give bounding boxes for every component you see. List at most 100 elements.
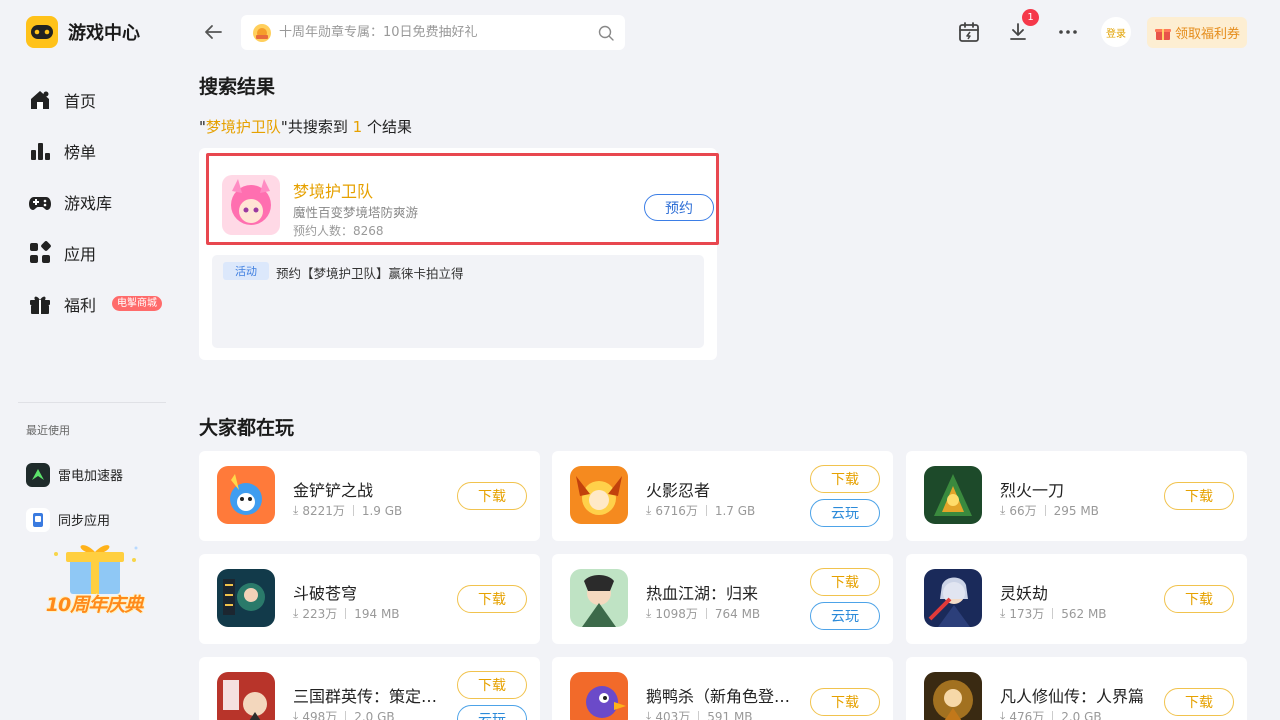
back-arrow-icon[interactable] bbox=[201, 20, 225, 44]
game-card[interactable]: 凡人修仙传：人界篇 ⤓ 476万 2.0 GB 下载 bbox=[906, 657, 1247, 720]
game-name: 火影忍者 bbox=[646, 481, 711, 500]
recent-item-sync-app[interactable]: 同步应用 bbox=[26, 497, 123, 542]
anniversary-label: 10周年庆典 bbox=[45, 594, 143, 616]
download-button[interactable]: 下载 bbox=[457, 671, 527, 699]
sidebar-item-label: 应用 bbox=[64, 244, 97, 264]
download-button[interactable]: 下载 bbox=[1164, 482, 1234, 510]
recent-item-label: 雷电加速器 bbox=[58, 469, 124, 484]
download-button[interactable]: 下载 bbox=[457, 482, 527, 510]
search-bar[interactable] bbox=[241, 15, 625, 50]
home-icon bbox=[31, 90, 49, 109]
store-badge: 电掣商城 bbox=[112, 296, 163, 311]
search-input[interactable] bbox=[279, 25, 597, 40]
download-button[interactable]: 下载 bbox=[810, 688, 880, 716]
sidebar-item-welfare[interactable]: 福利 电掣商城 bbox=[28, 278, 168, 329]
search-icon[interactable] bbox=[597, 24, 615, 42]
game-icon bbox=[217, 569, 275, 627]
sidebar-item-label: 福利 bbox=[64, 295, 97, 315]
login-button[interactable]: 登录 bbox=[1101, 17, 1131, 47]
app-title: 游戏中心 bbox=[68, 23, 140, 44]
download-button[interactable]: 下载 bbox=[810, 568, 880, 596]
game-name: 鹅鸭杀（新角色登… bbox=[646, 687, 791, 706]
anniversary-medal-icon bbox=[253, 23, 271, 42]
download-small-icon: ⤓ bbox=[1000, 709, 1006, 720]
game-icon bbox=[217, 466, 275, 524]
app-brand[interactable]: 游戏中心 bbox=[26, 16, 140, 48]
download-small-icon: ⤓ bbox=[646, 503, 652, 517]
sidebar-item-game-library[interactable]: 游戏库 bbox=[28, 176, 168, 227]
download-count-badge: 1 bbox=[1022, 9, 1039, 26]
game-name: 凡人修仙传：人界篇 bbox=[1000, 687, 1145, 706]
game-card[interactable]: 金铲铲之战 ⤓ 8221万 1.9 GB 下载 bbox=[199, 451, 540, 541]
result-highlight-frame[interactable]: 梦境护卫队 魔性百变梦境塔防爽游 预约人数：8268 预约 bbox=[206, 153, 719, 245]
game-meta: ⤓ 66万 295 MB bbox=[1000, 503, 1099, 518]
recent-list: 雷电加速器 同步应用 bbox=[26, 452, 123, 542]
sidebar-item-label: 游戏库 bbox=[64, 193, 113, 213]
search-results-title: 搜索结果 bbox=[199, 76, 276, 98]
accelerator-icon bbox=[26, 462, 50, 487]
sidebar-item-apps[interactable]: 应用 bbox=[28, 227, 168, 278]
game-meta: ⤓ 498万 2.0 GB bbox=[293, 708, 395, 720]
cloud-play-button[interactable]: 云玩 bbox=[810, 602, 880, 630]
coupon-gift-icon bbox=[1154, 28, 1171, 40]
anniversary-banner[interactable]: 10周年庆典 bbox=[36, 540, 152, 622]
game-icon bbox=[570, 569, 628, 627]
download-button[interactable]: 下载 bbox=[457, 585, 527, 613]
sync-app-icon bbox=[26, 507, 50, 532]
query-text: 梦境护卫队 bbox=[205, 118, 281, 136]
claim-coupon-button[interactable]: 领取福利券 bbox=[1147, 17, 1247, 48]
gamepad-icon bbox=[29, 196, 51, 210]
gift-icon bbox=[30, 296, 50, 314]
reserve-button[interactable]: 预约 bbox=[644, 194, 714, 221]
result-reserve-count: 预约人数：8268 bbox=[293, 224, 384, 238]
game-meta: ⤓ 223万 194 MB bbox=[293, 606, 400, 621]
more-icon[interactable] bbox=[1056, 20, 1080, 44]
game-icon bbox=[924, 569, 982, 627]
game-meta: ⤓ 403万 591 MB bbox=[646, 708, 753, 720]
apps-icon bbox=[30, 240, 51, 263]
recent-title: 最近使用 bbox=[26, 424, 70, 437]
game-card[interactable]: 火影忍者 ⤓ 6716万 1.7 GB 下载 云玩 bbox=[552, 451, 893, 541]
game-card[interactable]: 鹅鸭杀（新角色登… ⤓ 403万 591 MB 下载 bbox=[552, 657, 893, 720]
recent-item-label: 同步应用 bbox=[58, 514, 111, 529]
game-card[interactable]: 烈火一刀 ⤓ 66万 295 MB 下载 bbox=[906, 451, 1247, 541]
activity-link[interactable]: 预约【梦境护卫队】赢徕卡拍立得 bbox=[276, 263, 464, 282]
popular-title: 大家都在玩 bbox=[199, 417, 295, 439]
download-small-icon: ⤓ bbox=[293, 606, 299, 620]
gamepad-logo-icon bbox=[26, 16, 58, 48]
sidebar-item-ranking[interactable]: 榜单 bbox=[28, 125, 168, 176]
game-card[interactable]: 热血江湖：归来 ⤓ 1098万 764 MB 下载 云玩 bbox=[552, 554, 893, 644]
game-icon bbox=[217, 672, 275, 720]
game-card[interactable]: 灵妖劫 ⤓ 173万 562 MB 下载 bbox=[906, 554, 1247, 644]
game-icon bbox=[570, 672, 628, 720]
game-name: 金铲铲之战 bbox=[293, 481, 374, 500]
result-summary: "梦境护卫队"共搜索到 1 个结果 bbox=[199, 118, 412, 136]
download-small-icon: ⤓ bbox=[293, 709, 299, 720]
download-button[interactable]: 下载 bbox=[1164, 688, 1234, 716]
game-meta: ⤓ 8221万 1.9 GB bbox=[293, 503, 403, 518]
sidebar-nav: 首页 榜单 游戏库 应用 福利 电掣商城 bbox=[28, 74, 168, 329]
cloud-play-button[interactable]: 云玩 bbox=[457, 705, 527, 720]
game-meta: ⤓ 6716万 1.7 GB bbox=[646, 503, 756, 518]
sidebar-item-home[interactable]: 首页 bbox=[28, 74, 168, 125]
game-card[interactable]: 三国群英传：策定… ⤓ 498万 2.0 GB 下载 云玩 bbox=[199, 657, 540, 720]
game-card[interactable]: 斗破苍穹 ⤓ 223万 194 MB 下载 bbox=[199, 554, 540, 644]
calendar-icon[interactable] bbox=[957, 20, 981, 44]
cloud-play-button[interactable]: 云玩 bbox=[810, 499, 880, 527]
download-small-icon: ⤓ bbox=[293, 503, 299, 517]
game-name: 灵妖劫 bbox=[1000, 584, 1049, 603]
result-count: 1 bbox=[352, 118, 363, 136]
game-name: 烈火一刀 bbox=[1000, 481, 1065, 500]
game-icon-dream-guardians bbox=[222, 175, 280, 235]
download-small-icon: ⤓ bbox=[1000, 606, 1006, 620]
ranking-icon bbox=[31, 142, 50, 160]
sidebar: 游戏中心 首页 榜单 游戏库 应用 福利 电掣商城 最近使用 雷电加速器 同步应… bbox=[0, 0, 180, 720]
game-meta: ⤓ 476万 2.0 GB bbox=[1000, 708, 1102, 720]
result-game-name[interactable]: 梦境护卫队 bbox=[293, 178, 373, 202]
game-name: 热血江湖：归来 bbox=[646, 584, 759, 603]
download-button[interactable]: 下载 bbox=[810, 465, 880, 493]
game-meta: ⤓ 173万 562 MB bbox=[1000, 606, 1107, 621]
download-button[interactable]: 下载 bbox=[1164, 585, 1234, 613]
sidebar-item-label: 首页 bbox=[64, 91, 97, 111]
recent-item-accelerator[interactable]: 雷电加速器 bbox=[26, 452, 123, 497]
